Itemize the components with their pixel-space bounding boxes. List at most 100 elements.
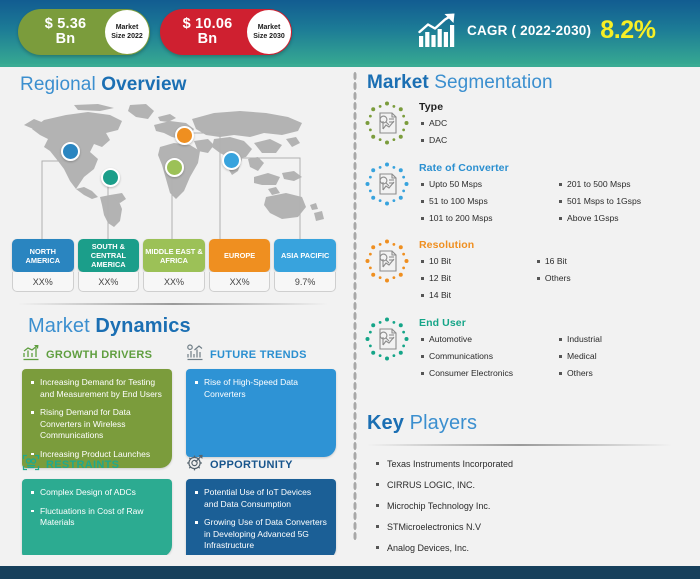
map-pin-south-central-america [101, 168, 120, 187]
segment-label-type: Type [419, 101, 444, 113]
segment-group-rate-of-converter: Rate of Converter Upto 50 Msps 201 to 500… [365, 162, 695, 231]
list-item: Others [535, 274, 651, 283]
region-name: ASIA PACIFIC [274, 239, 336, 272]
list-item: 16 Bit [535, 257, 651, 266]
segment-items-type: ADC DAC [419, 119, 695, 153]
cagr-label: CAGR ( 2022-2030) [467, 22, 592, 38]
segment-label-resolution: Resolution [419, 239, 475, 251]
growth-drivers-list: Increasing Demand for Testing and Measur… [31, 377, 163, 460]
market-segmentation-title: Market Segmentation [367, 72, 553, 93]
segment-label-end-user: End User [419, 317, 466, 329]
region-name: NORTH AMERICA [12, 239, 74, 272]
list-item: Microchip Technology Inc. [373, 501, 683, 511]
list-item: Above 1Gsps [557, 214, 695, 223]
region-value: 9.7% [274, 272, 336, 292]
key-players-divider [367, 444, 672, 446]
list-item: Industrial [557, 335, 695, 344]
list-item: 501 Msps to 1Gsps [557, 197, 695, 206]
region-value: XX% [77, 272, 140, 292]
key-players-list: Texas Instruments Incorporated CIRRUS LOG… [373, 459, 683, 564]
bar-chart-growth-icon [22, 344, 40, 366]
list-item: 101 to 200 Msps [419, 214, 557, 223]
growth-drivers-box: Increasing Demand for Testing and Measur… [22, 369, 172, 468]
opportunity-header: OPPORTUNITY [186, 454, 336, 476]
left-column: Regional Overview NORTH AMERICA XX% SOUT… [0, 67, 345, 560]
segment-items-rate-of-converter: Upto 50 Msps 201 to 500 Msps 51 to 100 Msp… [419, 180, 695, 231]
opportunity-card: OPPORTUNITY Potential Use of IoT Devices… [186, 454, 336, 560]
segment-items-resolution: 10 Bit 16 Bit 12 Bit Others 14 Bit [419, 257, 695, 308]
infographic-page: $ 5.36 Bn Market Size 2022 $ 10.06 Bn Ma… [0, 0, 700, 579]
list-item: Texas Instruments Incorporated [373, 459, 683, 469]
cagr-value: 8.2% [600, 15, 656, 44]
list-item: ADC [419, 119, 695, 128]
list-item: STMicroelectronics N.V [373, 522, 683, 532]
future-trends-heading: FUTURE TRENDS [210, 349, 307, 361]
key-players-title: Key Players [367, 412, 478, 434]
growth-drivers-header: GROWTH DRIVERS [22, 344, 172, 366]
region-card-4[interactable]: ASIA PACIFIC 9.7% [274, 239, 336, 292]
future-trends-card: FUTURE TRENDS Rise of High-Speed Data Co… [186, 344, 336, 457]
future-trends-list: Rise of High-Speed Data Converters [195, 377, 327, 400]
region-card-1[interactable]: SOUTH & CENTRAL AMERICA XX% [77, 239, 140, 292]
market-size-2022-badge: Market Size 2022 [105, 10, 149, 54]
report-chart-document-icon [365, 101, 409, 145]
left-section-divider [18, 303, 328, 305]
list-item: Rising Demand for Data Converters in Wir… [31, 407, 163, 442]
list-item: 10 Bit [419, 257, 535, 266]
map-pin-europe [175, 126, 194, 145]
region-chip-row: NORTH AMERICA XX% SOUTH & CENTRAL AMERICA X… [12, 239, 336, 292]
region-card-0[interactable]: NORTH AMERICA XX% [12, 239, 74, 292]
world-map [14, 103, 334, 243]
list-item: Complex Design of ADCs [31, 487, 163, 499]
market-size-2022-pill: $ 5.36 Bn Market Size 2022 [18, 9, 150, 55]
region-name: MIDDLE EAST & AFRICA [143, 239, 205, 272]
list-item: Medical [557, 352, 695, 361]
map-pin-middle-east-africa [165, 158, 184, 177]
region-value: XX% [12, 272, 74, 292]
future-trends-header: FUTURE TRENDS [186, 344, 336, 366]
region-card-2[interactable]: MIDDLE EAST & AFRICA XX% [143, 239, 205, 292]
list-item: 201 to 500 Msps [557, 180, 695, 189]
market-size-2030-pill: $ 10.06 Bn Market Size 2030 [160, 9, 292, 55]
market-size-2030-amount: $ 10.06 Bn [182, 16, 233, 47]
opportunity-box: Potential Use of IoT Devices and Data Co… [186, 479, 336, 560]
cagr-block: CAGR ( 2022-2030) 8.2% [418, 12, 656, 48]
segment-items-end-user: Automotive Industrial Communications Medica… [419, 335, 695, 386]
restraints-card: RESTRAINTS Complex Design of ADCs Fluctua… [22, 454, 172, 557]
regional-overview-title: Regional Overview [20, 74, 187, 95]
growth-drivers-heading: GROWTH DRIVERS [46, 349, 153, 361]
footer-bar [0, 566, 700, 579]
list-item: Upto 50 Msps [419, 180, 557, 189]
restraints-box: Complex Design of ADCs Fluctuations in Co… [22, 479, 172, 557]
opportunity-list: Potential Use of IoT Devices and Data Co… [195, 487, 327, 552]
list-item: Increasing Demand for Testing and Measur… [31, 377, 163, 400]
report-chart-document-icon [365, 317, 409, 361]
segment-group-end-user: End User Automotive Industrial Communicati… [365, 317, 695, 386]
constraint-brackets-icon [22, 454, 40, 476]
list-item: Rise of High-Speed Data Converters [195, 377, 327, 400]
report-chart-document-icon [365, 239, 409, 283]
segment-group-resolution: Resolution 10 Bit 16 Bit 12 Bit Others 14 Bi… [365, 239, 695, 308]
region-name: EUROPE [208, 239, 271, 272]
market-size-2022-amount: $ 5.36 Bn [44, 16, 87, 47]
list-item: 51 to 100 Msps [419, 197, 557, 206]
restraints-header: RESTRAINTS [22, 454, 172, 476]
list-item: CIRRUS LOGIC, INC. [373, 480, 683, 490]
segment-group-type: Type ADC DAC [365, 101, 695, 153]
growth-drivers-card: GROWTH DRIVERS Increasing Demand for Tes… [22, 344, 172, 468]
dotted-column-divider [353, 71, 357, 541]
list-item: DAC [419, 136, 695, 145]
list-item: Others [557, 369, 695, 378]
right-column: Market Segmentation Type ADC DAC Rate of … [345, 67, 700, 555]
report-chart-document-icon [365, 162, 409, 206]
list-item: Growing Use of Data Converters in Develo… [195, 517, 327, 552]
footer-gap [0, 555, 700, 566]
future-trends-box: Rise of High-Speed Data Converters [186, 369, 336, 457]
gear-target-icon [186, 454, 204, 476]
region-value: XX% [208, 272, 271, 292]
restraints-list: Complex Design of ADCs Fluctuations in Co… [31, 487, 163, 529]
restraints-heading: RESTRAINTS [46, 459, 120, 471]
trend-chart-icon [186, 344, 204, 366]
list-item: Fluctuations in Cost of Raw Materials [31, 506, 163, 529]
region-card-3[interactable]: EUROPE XX% [208, 239, 271, 292]
